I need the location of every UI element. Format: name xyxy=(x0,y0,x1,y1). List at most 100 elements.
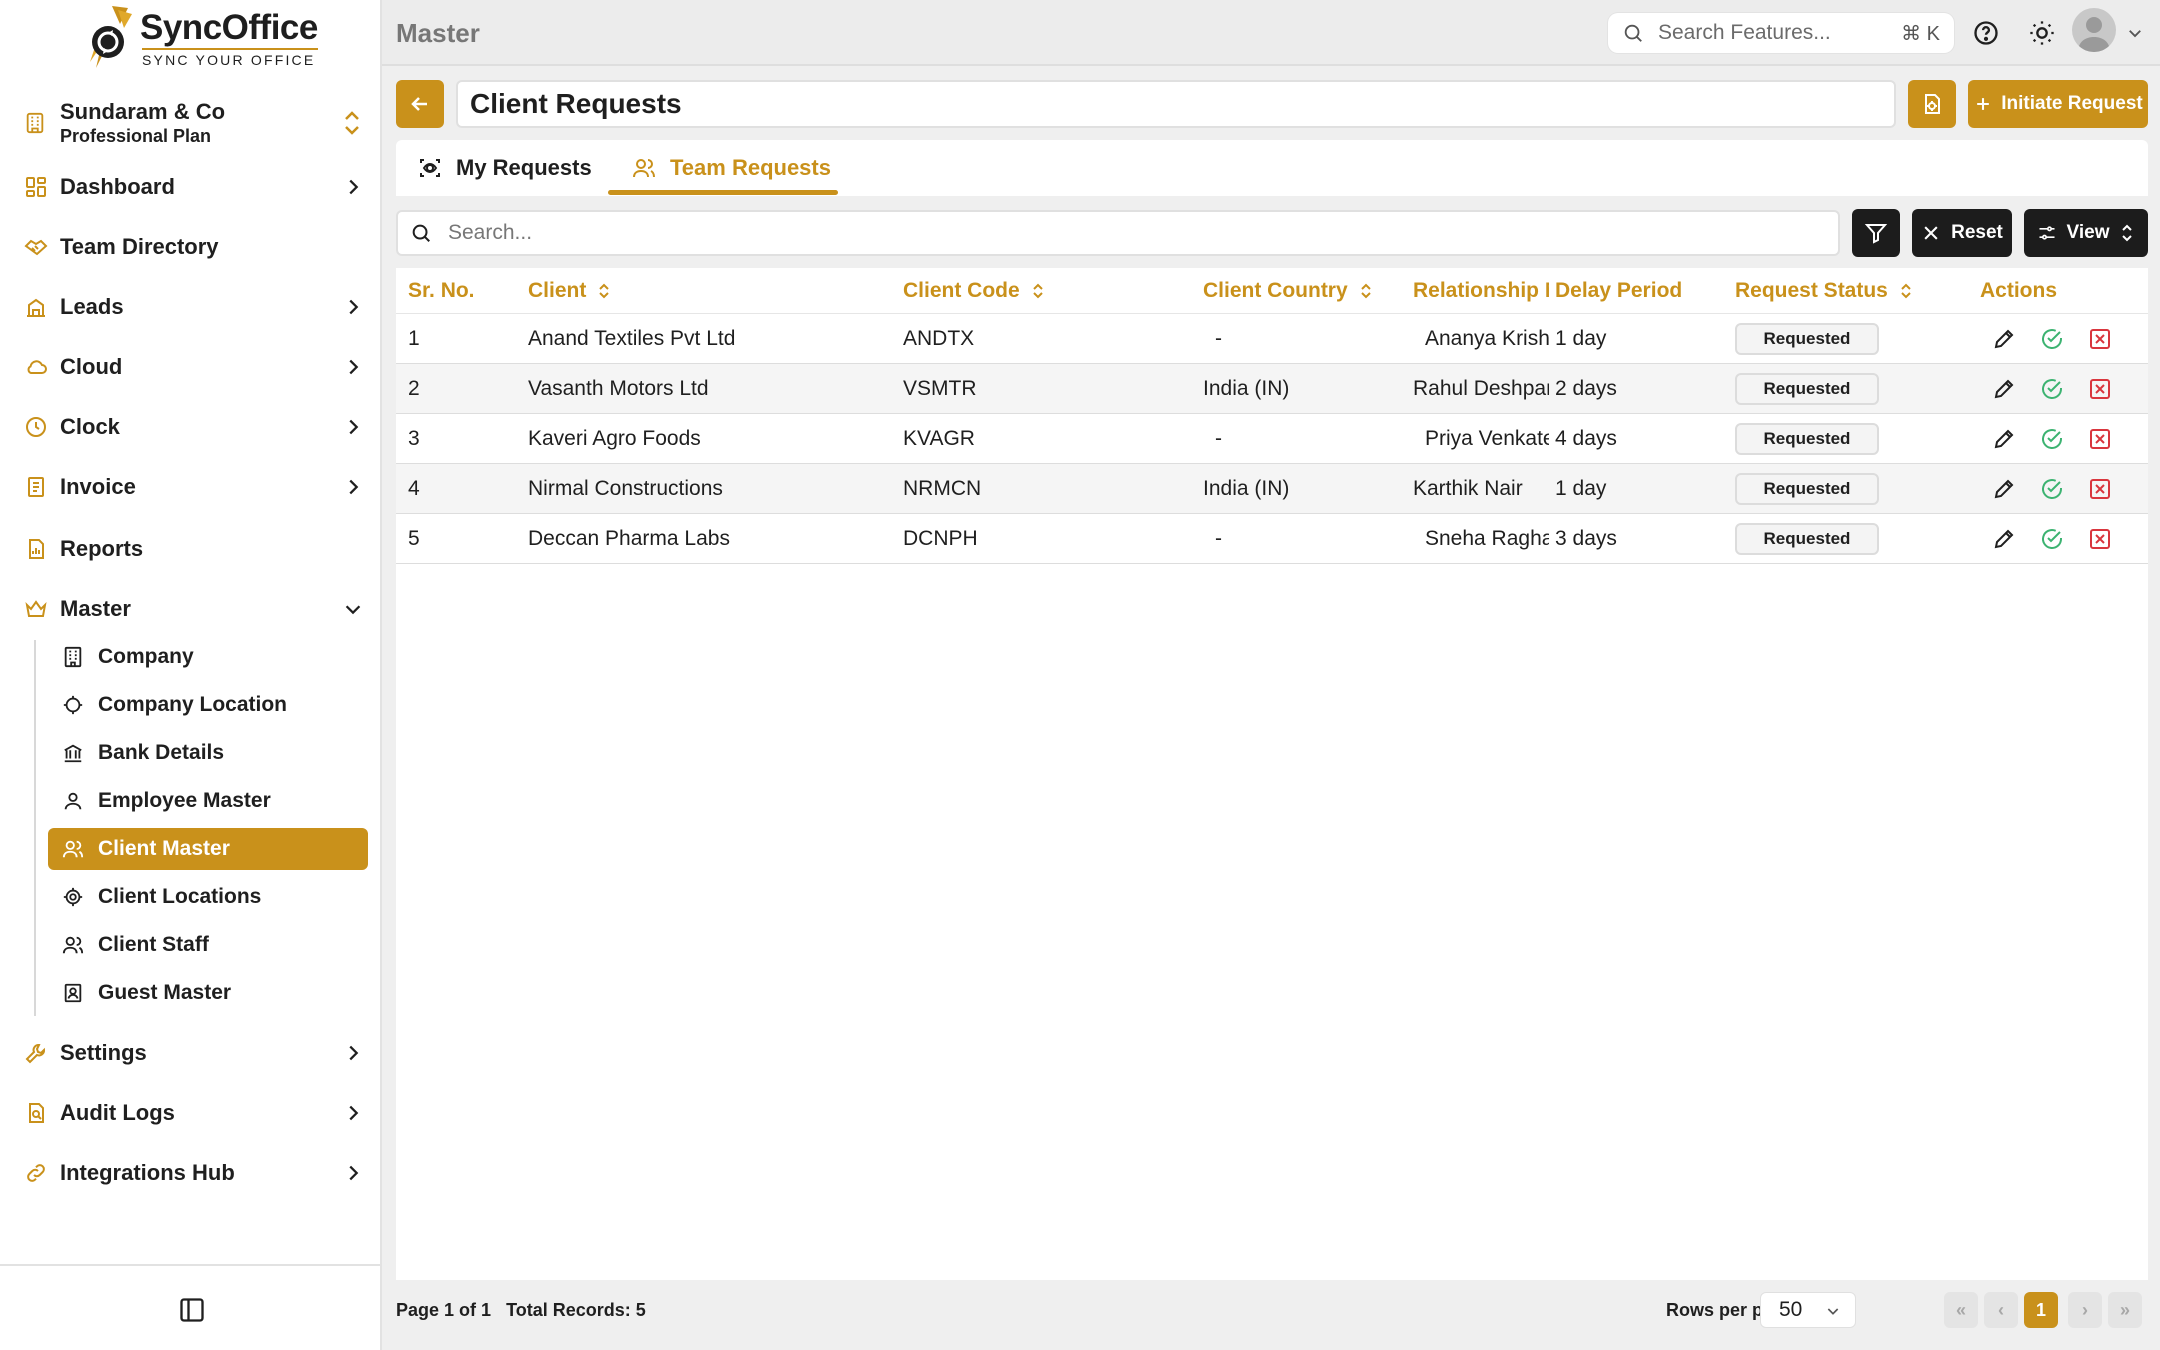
sub-item-company[interactable]: Company xyxy=(48,636,368,678)
reject-button[interactable] xyxy=(2088,327,2112,351)
nav-item-reports[interactable]: Reports xyxy=(24,527,364,571)
reset-button[interactable]: Reset xyxy=(1912,209,2012,257)
active-tab-indicator xyxy=(608,190,838,195)
sub-item-label: Guest Master xyxy=(98,981,232,1004)
edit-button[interactable] xyxy=(1992,527,2016,551)
reports-icon xyxy=(29,539,44,559)
nav-item-team-directory[interactable]: Team Directory xyxy=(24,225,364,269)
organization-switcher[interactable]: Sundaram & Co Professional Plan xyxy=(24,96,364,150)
edit-button[interactable] xyxy=(1992,377,2016,401)
chevron-down-icon[interactable] xyxy=(2126,24,2144,42)
building-icon xyxy=(26,112,44,134)
initiate-request-button[interactable]: Initiate Request xyxy=(1968,80,2148,128)
sub-item-client-master[interactable]: Client Master xyxy=(48,828,368,870)
sidebar: SyncOffice SYNC YOUR OFFICE Sundaram & C… xyxy=(0,0,382,1350)
header-client-country[interactable]: Client Country xyxy=(1203,268,1403,314)
table-row[interactable]: 3 Kaveri Agro Foods KVAGR - Priya Venkatesh 4… xyxy=(396,414,2148,464)
nav-item-leads[interactable]: Leads xyxy=(24,285,364,329)
help-icon[interactable] xyxy=(1972,19,2000,47)
status-badge: Requested xyxy=(1735,523,1879,555)
sliders-icon xyxy=(2039,226,2055,240)
sub-item-bank-details[interactable]: Bank Details xyxy=(48,732,368,774)
next-page-button[interactable]: › xyxy=(2068,1292,2102,1328)
edit-button[interactable] xyxy=(1992,327,2016,351)
dashboard-icon xyxy=(26,177,46,197)
theme-toggle-sun-icon[interactable] xyxy=(2028,19,2056,47)
nav-item-cloud[interactable]: Cloud xyxy=(24,345,364,389)
reject-button[interactable] xyxy=(2088,377,2112,401)
brand-logo[interactable]: SyncOffice SYNC YOUR OFFICE xyxy=(82,2,322,76)
sub-item-company-location[interactable]: Company Location xyxy=(48,684,368,726)
last-page-button[interactable]: » xyxy=(2108,1292,2142,1328)
cell-client-country: India (IN) xyxy=(1203,377,1290,400)
table-row[interactable]: 5 Deccan Pharma Labs DCNPH - Sneha Raghavan 3… xyxy=(396,514,2148,564)
close-square-icon xyxy=(2088,329,2112,356)
audit-icon xyxy=(29,1103,44,1123)
sub-item-label: Company Location xyxy=(98,693,288,716)
sidebar-toggle-icon[interactable] xyxy=(178,1296,206,1324)
nav-label: Audit Logs xyxy=(60,1100,175,1125)
edit-button[interactable] xyxy=(1992,427,2016,451)
sort-icon xyxy=(1901,283,1911,299)
approve-button[interactable] xyxy=(2040,477,2064,501)
first-page-button[interactable]: « xyxy=(1944,1292,1978,1328)
crown-icon xyxy=(25,600,47,617)
invoice-icon xyxy=(28,477,44,497)
nav-item-clock[interactable]: Clock xyxy=(24,405,364,449)
sub-item-client-staff[interactable]: Client Staff xyxy=(48,924,368,966)
approve-button[interactable] xyxy=(2040,377,2064,401)
cell-client: Nirmal Constructions xyxy=(528,477,723,500)
edit-button[interactable] xyxy=(1992,477,2016,501)
header-client-code[interactable]: Client Code xyxy=(903,268,1193,314)
building-icon xyxy=(64,646,82,668)
nav-item-master[interactable]: Master xyxy=(24,587,364,631)
cell-client-code: DCNPH xyxy=(903,527,978,550)
filter-button[interactable] xyxy=(1852,209,1900,257)
leads-icon xyxy=(27,298,45,317)
rows-per-page-select[interactable]: 50 xyxy=(1760,1292,1856,1328)
prev-page-button[interactable]: ‹ xyxy=(1984,1292,2018,1328)
page-button-current[interactable]: 1 xyxy=(2024,1292,2058,1328)
nav-item-settings[interactable]: Settings xyxy=(24,1031,364,1075)
double-chevron-right-icon: » xyxy=(2119,1299,2130,1320)
approve-button[interactable] xyxy=(2040,327,2064,351)
table-row[interactable]: 2 Vasanth Motors Ltd VSMTR India (IN) Rahul … xyxy=(396,364,2148,414)
feature-search-input[interactable]: Search Features... ⌘ K xyxy=(1608,13,1954,53)
nav-item-invoice[interactable]: Invoice xyxy=(24,465,364,509)
contact-card-icon xyxy=(64,983,82,1003)
tab-team-requests[interactable]: Team Requests xyxy=(632,140,831,196)
header-client[interactable]: Client xyxy=(528,268,888,314)
header-label: Actions xyxy=(1980,279,2058,302)
cell-relationship-manager: Priya Venkatesh xyxy=(1425,427,1549,450)
cell-sr-no: 5 xyxy=(408,527,420,550)
user-avatar[interactable] xyxy=(2072,8,2116,52)
reject-button[interactable] xyxy=(2088,477,2112,501)
sub-item-guest-master[interactable]: Guest Master xyxy=(48,972,368,1014)
table-search-input[interactable]: Search... xyxy=(396,210,1840,256)
header-label: Client Code xyxy=(903,279,1020,302)
view-options-button[interactable]: View xyxy=(2024,209,2148,257)
nav-item-integrations-hub[interactable]: Integrations Hub xyxy=(24,1151,364,1195)
cell-relationship-manager: Rahul Deshpande xyxy=(1413,377,1549,400)
nav-item-dashboard[interactable]: Dashboard xyxy=(24,165,364,209)
export-button[interactable] xyxy=(1908,80,1956,128)
approve-button[interactable] xyxy=(2040,527,2064,551)
back-button[interactable] xyxy=(396,80,444,128)
cell-sr-no: 1 xyxy=(408,327,420,350)
table-row[interactable]: 4 Nirmal Constructions NRMCN India (IN) Kart… xyxy=(396,464,2148,514)
reject-button[interactable] xyxy=(2088,527,2112,551)
check-circle-icon xyxy=(2040,429,2064,456)
chevron-right-icon xyxy=(349,1045,359,1061)
nav-label: Settings xyxy=(60,1040,147,1065)
reject-button[interactable] xyxy=(2088,427,2112,451)
approve-button[interactable] xyxy=(2040,427,2064,451)
sub-item-employee-master[interactable]: Employee Master xyxy=(48,780,368,822)
nav-item-audit-logs[interactable]: Audit Logs xyxy=(24,1091,364,1135)
tab-my-requests[interactable]: My Requests xyxy=(418,140,592,196)
header-request-status[interactable]: Request Status xyxy=(1735,268,1955,314)
sub-item-client-locations[interactable]: Client Locations xyxy=(48,876,368,918)
chevron-right-icon xyxy=(349,479,359,495)
chevron-right-icon xyxy=(349,1105,359,1121)
pencil-icon xyxy=(1992,379,2016,406)
table-row[interactable]: 1 Anand Textiles Pvt Ltd ANDTX - Ananya Kris… xyxy=(396,314,2148,364)
